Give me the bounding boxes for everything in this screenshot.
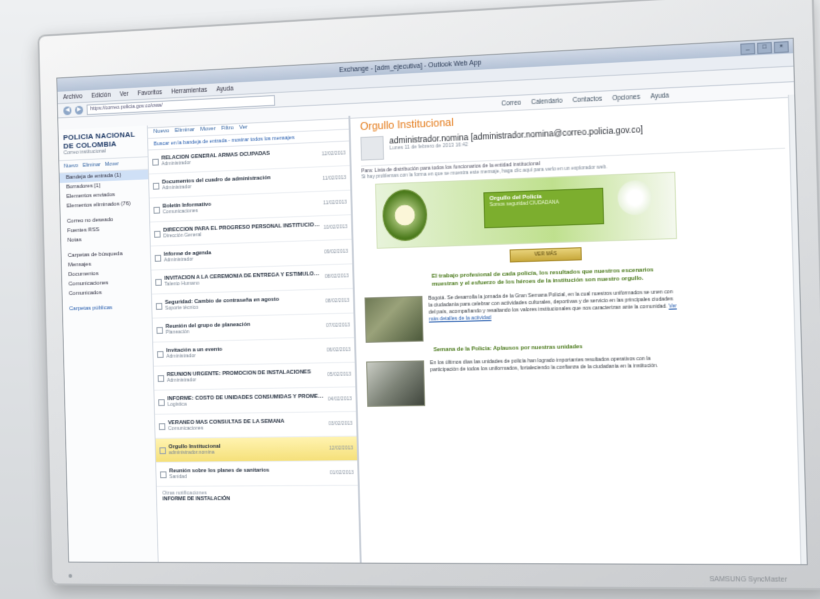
owa-main: POLICIA NACIONAL DE COLOMBIA Correo inst…	[58, 94, 807, 565]
maximize-button[interactable]: □	[757, 41, 773, 55]
flower-image	[617, 179, 653, 216]
message-list: Nuevo Eliminar Mover Filtro Ver Buscar e…	[147, 115, 362, 563]
folder-pane: POLICIA NACIONAL DE COLOMBIA Correo inst…	[58, 125, 159, 562]
checkbox[interactable]	[158, 422, 166, 430]
nav-mail[interactable]: Correo	[501, 99, 521, 107]
article-2: En los últimos días las unidades de poli…	[366, 353, 792, 407]
checkbox[interactable]	[160, 470, 167, 478]
close-button[interactable]: ×	[773, 41, 789, 54]
checkbox[interactable]	[153, 206, 161, 214]
list-tool[interactable]: Eliminar	[175, 127, 195, 134]
checkbox[interactable]	[158, 398, 165, 406]
checkbox[interactable]	[157, 350, 164, 358]
reading-pane: Orgullo Institucional administrador.nomi…	[350, 94, 807, 565]
list-item[interactable]: Reunión sobre los planes de sanitarios Sa…	[156, 461, 358, 487]
menu-item[interactable]: Archivo	[63, 93, 83, 101]
banner-textbox: Orgullo del Policía Somos seguridad CIUD…	[483, 187, 605, 229]
list-item[interactable]: VERANEO MAS CONSULTAS DE LA SEMANA Comuni…	[154, 411, 357, 439]
see-more-button[interactable]: VER MÁS	[509, 247, 582, 263]
nav-options[interactable]: Opciones	[612, 93, 640, 101]
checkbox[interactable]	[159, 446, 166, 454]
list-item[interactable]: INFORME: COSTO DE UNIDADES CONSUMIDAS Y …	[154, 387, 356, 415]
monitor-brand: SAMSUNG SyncMaster	[709, 576, 788, 584]
police-crest-icon	[381, 188, 428, 242]
public-folders-link[interactable]: Carpetas públicas	[63, 302, 152, 314]
nav-help[interactable]: Ayuda	[650, 92, 669, 100]
list-footer: Otras notificaciones INFORME DE INSTALAC…	[157, 486, 359, 506]
article-text: Bogotá. Se desarrolla la jornada de la G…	[428, 289, 677, 323]
screen: Exchange - [adm_ejecutiva] - Outlook Web…	[56, 37, 808, 566]
checkbox[interactable]	[152, 158, 159, 166]
folder-tool[interactable]: Mover	[105, 161, 119, 167]
article-1: Bogotá. Se desarrolla la jornada de la G…	[364, 286, 791, 343]
article-photo	[366, 360, 426, 407]
checkbox[interactable]	[154, 254, 162, 262]
menu-item[interactable]: Favoritos	[138, 89, 163, 97]
email-banner: Orgullo del Policía Somos seguridad CIUD…	[375, 171, 678, 249]
monitor: SAMSUNG SyncMaster Exchange - [adm_ejecu…	[37, 0, 820, 591]
list-tool[interactable]: Nuevo	[153, 128, 169, 135]
list-item-selected[interactable]: Orgullo Institucional administrador.nomin…	[155, 436, 358, 463]
checkbox[interactable]	[152, 182, 160, 190]
menu-item[interactable]: Herramientas	[171, 86, 207, 95]
folder-tool[interactable]: Nuevo	[64, 163, 78, 169]
nav-calendar[interactable]: Calendario	[531, 97, 563, 106]
list-tool[interactable]: Ver	[239, 124, 248, 130]
back-icon[interactable]: ◀	[63, 105, 72, 115]
footer-item[interactable]: INFORME DE INSTALACIÓN	[162, 496, 352, 502]
lead-paragraph: El trabajo profesional de cada policía, …	[431, 267, 654, 288]
list-tool[interactable]: Filtro	[221, 125, 234, 131]
article-text: En los últimos días las unidades de poli…	[429, 355, 659, 374]
avatar	[360, 135, 385, 161]
window-controls: _ □ ×	[740, 41, 789, 55]
checkbox[interactable]	[157, 374, 165, 382]
checkbox[interactable]	[154, 230, 161, 238]
article-photo	[364, 295, 424, 343]
forward-icon[interactable]: ▶	[74, 105, 84, 115]
org-header: POLICIA NACIONAL DE COLOMBIA Correo inst…	[58, 125, 148, 162]
list-item[interactable]: REUNIÓN URGENTE: PROMOCIÓN DE INSTALACIO…	[153, 362, 356, 391]
list-tool[interactable]: Mover	[200, 126, 216, 133]
menu-item[interactable]: Ayuda	[216, 85, 233, 93]
folder-tool[interactable]: Eliminar	[83, 162, 101, 169]
menu-item[interactable]: Ver	[120, 90, 129, 97]
article-subhead: Semana de la Policía: Aplausos por nuest…	[433, 344, 583, 354]
minimize-button[interactable]: _	[740, 42, 756, 55]
checkbox[interactable]	[156, 326, 164, 334]
nav-contacts[interactable]: Contactos	[572, 95, 602, 103]
checkbox[interactable]	[155, 278, 162, 286]
power-led	[68, 573, 73, 578]
checkbox[interactable]	[155, 302, 163, 310]
menu-item[interactable]: Edición	[91, 91, 110, 99]
